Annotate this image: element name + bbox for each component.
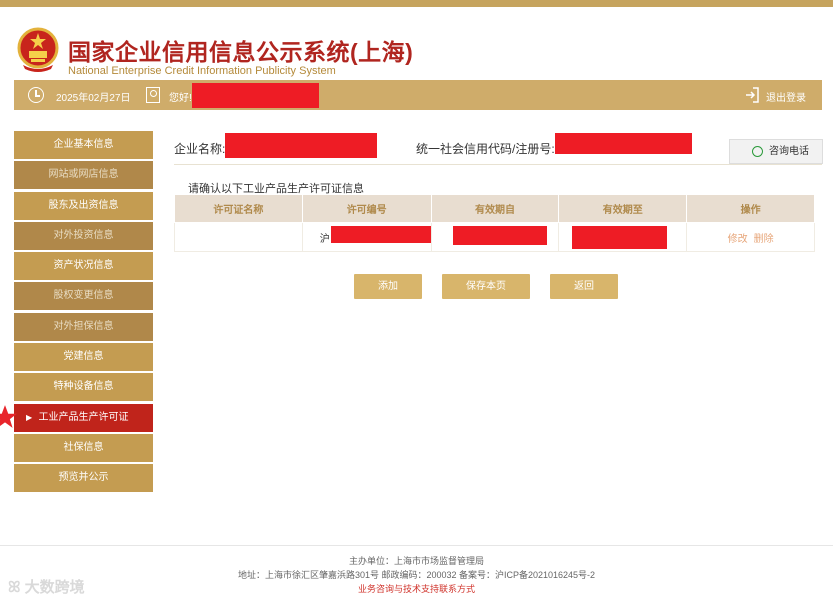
cell-license-no: 沪 <box>301 222 432 252</box>
sidebar-item-equity-change[interactable]: 股权变更信息 <box>14 282 153 311</box>
footer: 主办单位：上海市市场监督管理局 地址：上海市徐汇区肇嘉浜路301号 邮政编码：2… <box>0 545 833 602</box>
cell-valid-from <box>430 222 560 252</box>
watermark: ꕤ 大数跨境 <box>8 579 85 596</box>
greeting: 您好! <box>169 93 192 104</box>
redacted-valid-to <box>572 226 668 249</box>
top-accent-line <box>0 0 833 7</box>
consult-phone-button[interactable]: 咨询电话 <box>729 139 823 164</box>
redacted-credit-code <box>555 133 692 154</box>
red-star-marker-icon <box>0 405 17 428</box>
footer-support-link[interactable]: 业务咨询与技术支持联系方式 <box>0 582 833 596</box>
sidebar-item-party-info[interactable]: 党建信息 <box>14 343 153 372</box>
info-bar: 2025年02月27日 您好! 退出登录 <box>14 80 822 110</box>
sidebar-item-guarantee-info[interactable]: 对外担保信息 <box>14 312 153 341</box>
sidebar-item-production-license[interactable]: ▶ 工业产品生产许可证 <box>14 403 153 432</box>
footer-sponsor: 主办单位：上海市市场监督管理局 <box>348 556 484 566</box>
logout-link[interactable]: 退出登录 <box>766 89 806 104</box>
company-name-label: 企业名称: <box>174 142 226 156</box>
sidebar-menu: 企业基本信息 网站或网店信息 股东及出资信息 对外投资信息 资产状况信息 股权变… <box>14 131 153 495</box>
license-table: 许可证名称 许可编号 有效期自 有效期至 操作 沪 修改 删除 <box>174 194 815 252</box>
redacted-company-name <box>225 133 377 158</box>
clock-icon <box>28 87 44 103</box>
back-button[interactable]: 返回 <box>550 274 618 299</box>
watermark-logo-icon: ꕤ <box>8 579 21 596</box>
sidebar-item-preview-publish[interactable]: 预览并公示 <box>14 464 153 493</box>
add-button[interactable]: 添加 <box>354 274 422 299</box>
site-subtitle-en: National Enterprise Credit Information P… <box>68 65 336 77</box>
sidebar-item-special-equipment[interactable]: 特种设备信息 <box>14 373 153 402</box>
sidebar-item-social-security[interactable]: 社保信息 <box>14 433 153 462</box>
sidebar-item-basic-info[interactable]: 企业基本信息 <box>14 131 153 159</box>
table-row: 沪 修改 删除 <box>174 222 815 252</box>
footer-address: 地址：上海市徐汇区肇嘉浜路301号 邮政编码：200032 备案号：沪ICP备2… <box>237 570 596 580</box>
sidebar-item-shareholder-info[interactable]: 股东及出资信息 <box>14 191 153 220</box>
redacted-license-no <box>330 226 431 243</box>
redacted-valid-from <box>452 226 547 245</box>
sidebar-item-website-info[interactable]: 网站或网店信息 <box>14 161 153 190</box>
logout-icon[interactable] <box>744 86 760 104</box>
cell-license-name <box>174 222 303 252</box>
save-page-button[interactable]: 保存本页 <box>442 274 530 299</box>
divider <box>174 164 822 165</box>
national-emblem-icon <box>17 27 59 72</box>
site-title: 国家企业信用信息公示系统(上海) <box>68 39 414 65</box>
current-date: 2025年02月27日 <box>56 93 131 104</box>
user-icon <box>146 87 160 103</box>
active-arrow-icon: ▶ <box>26 412 33 422</box>
edit-link[interactable]: 修改 <box>728 234 748 245</box>
header-valid-to: 有效期至 <box>558 194 688 223</box>
cell-valid-to <box>558 222 688 252</box>
header-valid-from: 有效期自 <box>430 194 560 223</box>
sidebar-item-assets-info[interactable]: 资产状况信息 <box>14 252 153 281</box>
site-header: 国家企业信用信息公示系统(上海) National Enterprise Cre… <box>0 7 833 77</box>
header-license-no: 许可编号 <box>301 194 432 223</box>
sidebar-item-investment-info[interactable]: 对外投资信息 <box>14 221 153 250</box>
phone-icon <box>752 146 763 157</box>
cell-operation: 修改 删除 <box>686 222 815 252</box>
redacted-username <box>192 83 319 108</box>
delete-link[interactable]: 删除 <box>754 234 774 245</box>
header-operation: 操作 <box>686 194 815 223</box>
credit-code-label: 统一社会信用代码/注册号: <box>416 142 555 156</box>
header-license-name: 许可证名称 <box>174 194 303 223</box>
